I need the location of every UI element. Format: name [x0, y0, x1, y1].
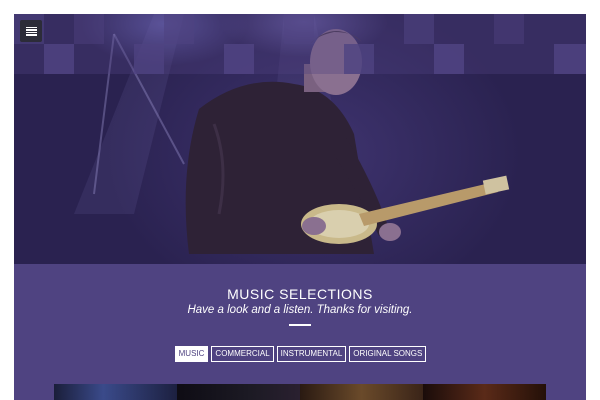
filter-instrumental[interactable]: INSTRUMENTAL	[276, 346, 347, 362]
gallery-thumb[interactable]	[423, 384, 546, 400]
gallery-strip	[54, 384, 546, 400]
gallery-thumb[interactable]	[300, 384, 423, 400]
filter-commercial[interactable]: COMMERCIAL	[211, 346, 274, 362]
pixel-transition	[14, 14, 586, 74]
music-section: MUSIC SELECTIONS Have a look and a liste…	[14, 264, 586, 400]
page: MUSIC SELECTIONS Have a look and a liste…	[14, 14, 586, 400]
gallery-thumb[interactable]	[54, 384, 177, 400]
gallery-thumb[interactable]	[177, 384, 300, 400]
section-title: MUSIC SELECTIONS	[227, 286, 373, 302]
hero-image	[14, 14, 586, 264]
filter-bar: MUSIC COMMERCIAL INSTRUMENTAL ORIGINAL S…	[14, 346, 586, 362]
title-divider	[289, 324, 311, 326]
hamburger-menu-icon	[25, 26, 37, 36]
filter-music[interactable]: MUSIC	[174, 346, 209, 362]
filter-original-songs[interactable]: ORIGINAL SONGS	[349, 346, 427, 362]
menu-button[interactable]	[20, 20, 42, 42]
section-subtitle: Have a look and a listen. Thanks for vis…	[187, 304, 413, 316]
